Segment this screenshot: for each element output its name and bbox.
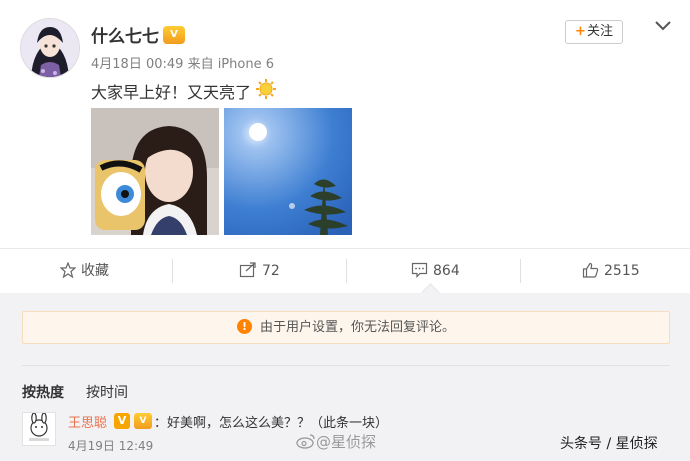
comment-icon bbox=[411, 262, 428, 278]
comment-timestamp: 4月19日 12:49 bbox=[68, 439, 154, 453]
weibo-watermark: @星侦探 bbox=[296, 431, 376, 452]
warning-icon: ! bbox=[236, 318, 252, 334]
notice-text: 由于用户设置，你无法回复评论。 bbox=[259, 320, 455, 335]
vip-badge-icon: V bbox=[134, 413, 152, 429]
like-button[interactable]: 2515 bbox=[582, 249, 640, 293]
post-source: 来自 iPhone 6 bbox=[187, 57, 274, 72]
follow-button[interactable]: +关注 bbox=[565, 20, 623, 44]
comment-button[interactable]: 864 bbox=[411, 249, 460, 293]
post-photo-sky[interactable] bbox=[224, 108, 352, 235]
comments-divider bbox=[22, 365, 670, 366]
star-icon bbox=[59, 260, 77, 278]
weibo-post: 什么七七 V +关注 4月18日 00:49 来自 iPhone 6 大家早上好… bbox=[0, 0, 690, 248]
post-photo-portrait[interactable] bbox=[91, 108, 219, 235]
weibo-logo-icon bbox=[296, 434, 315, 449]
commenter-name[interactable]: 王思聪 bbox=[68, 412, 107, 431]
comment-text: ：好美啊，怎么这么美？？（此条一块） bbox=[154, 416, 389, 431]
repost-count: 72 bbox=[262, 263, 280, 279]
action-bar: 收藏 72 864 2515 bbox=[0, 248, 690, 294]
post-meta: 4月18日 00:49 来自 iPhone 6 bbox=[91, 53, 274, 72]
vip-badge-icon: V bbox=[163, 26, 185, 44]
comment-count: 864 bbox=[433, 263, 460, 279]
repost-button[interactable]: 72 bbox=[239, 249, 280, 293]
like-count: 2515 bbox=[604, 263, 640, 279]
commenter-avatar[interactable] bbox=[22, 412, 56, 446]
reply-restriction-notice: ! 由于用户设置，你无法回复评论。 bbox=[22, 311, 670, 344]
author-avatar[interactable] bbox=[20, 18, 80, 78]
toutiao-watermark: 头条号 / 星侦探 bbox=[560, 436, 658, 452]
author-name[interactable]: 什么七七 bbox=[91, 22, 159, 47]
sort-by-hot-tab[interactable]: 按热度 bbox=[22, 382, 64, 402]
chevron-down-icon[interactable] bbox=[653, 18, 673, 34]
favorite-button[interactable]: 收藏 bbox=[59, 249, 109, 293]
repost-icon bbox=[239, 261, 256, 277]
post-timestamp[interactable]: 4月18日 00:49 bbox=[91, 57, 183, 72]
follow-label: 关注 bbox=[586, 24, 613, 39]
thumbs-up-icon bbox=[582, 262, 599, 278]
verified-badge-icon: V bbox=[114, 413, 130, 429]
sun-emoji-icon bbox=[255, 78, 277, 100]
sort-by-time-tab[interactable]: 按时间 bbox=[86, 382, 128, 402]
divider bbox=[520, 259, 521, 283]
divider bbox=[346, 259, 347, 283]
comments-area: ! 由于用户设置，你无法回复评论。 按热度 按时间 王思聪 V V ：好美啊，怎么… bbox=[0, 293, 690, 461]
plus-icon: + bbox=[575, 24, 586, 39]
divider bbox=[172, 259, 173, 283]
post-text: 大家早上好！又天亮了 bbox=[91, 83, 252, 102]
weibo-watermark-text: @星侦探 bbox=[316, 433, 377, 451]
favorite-label: 收藏 bbox=[81, 263, 109, 279]
